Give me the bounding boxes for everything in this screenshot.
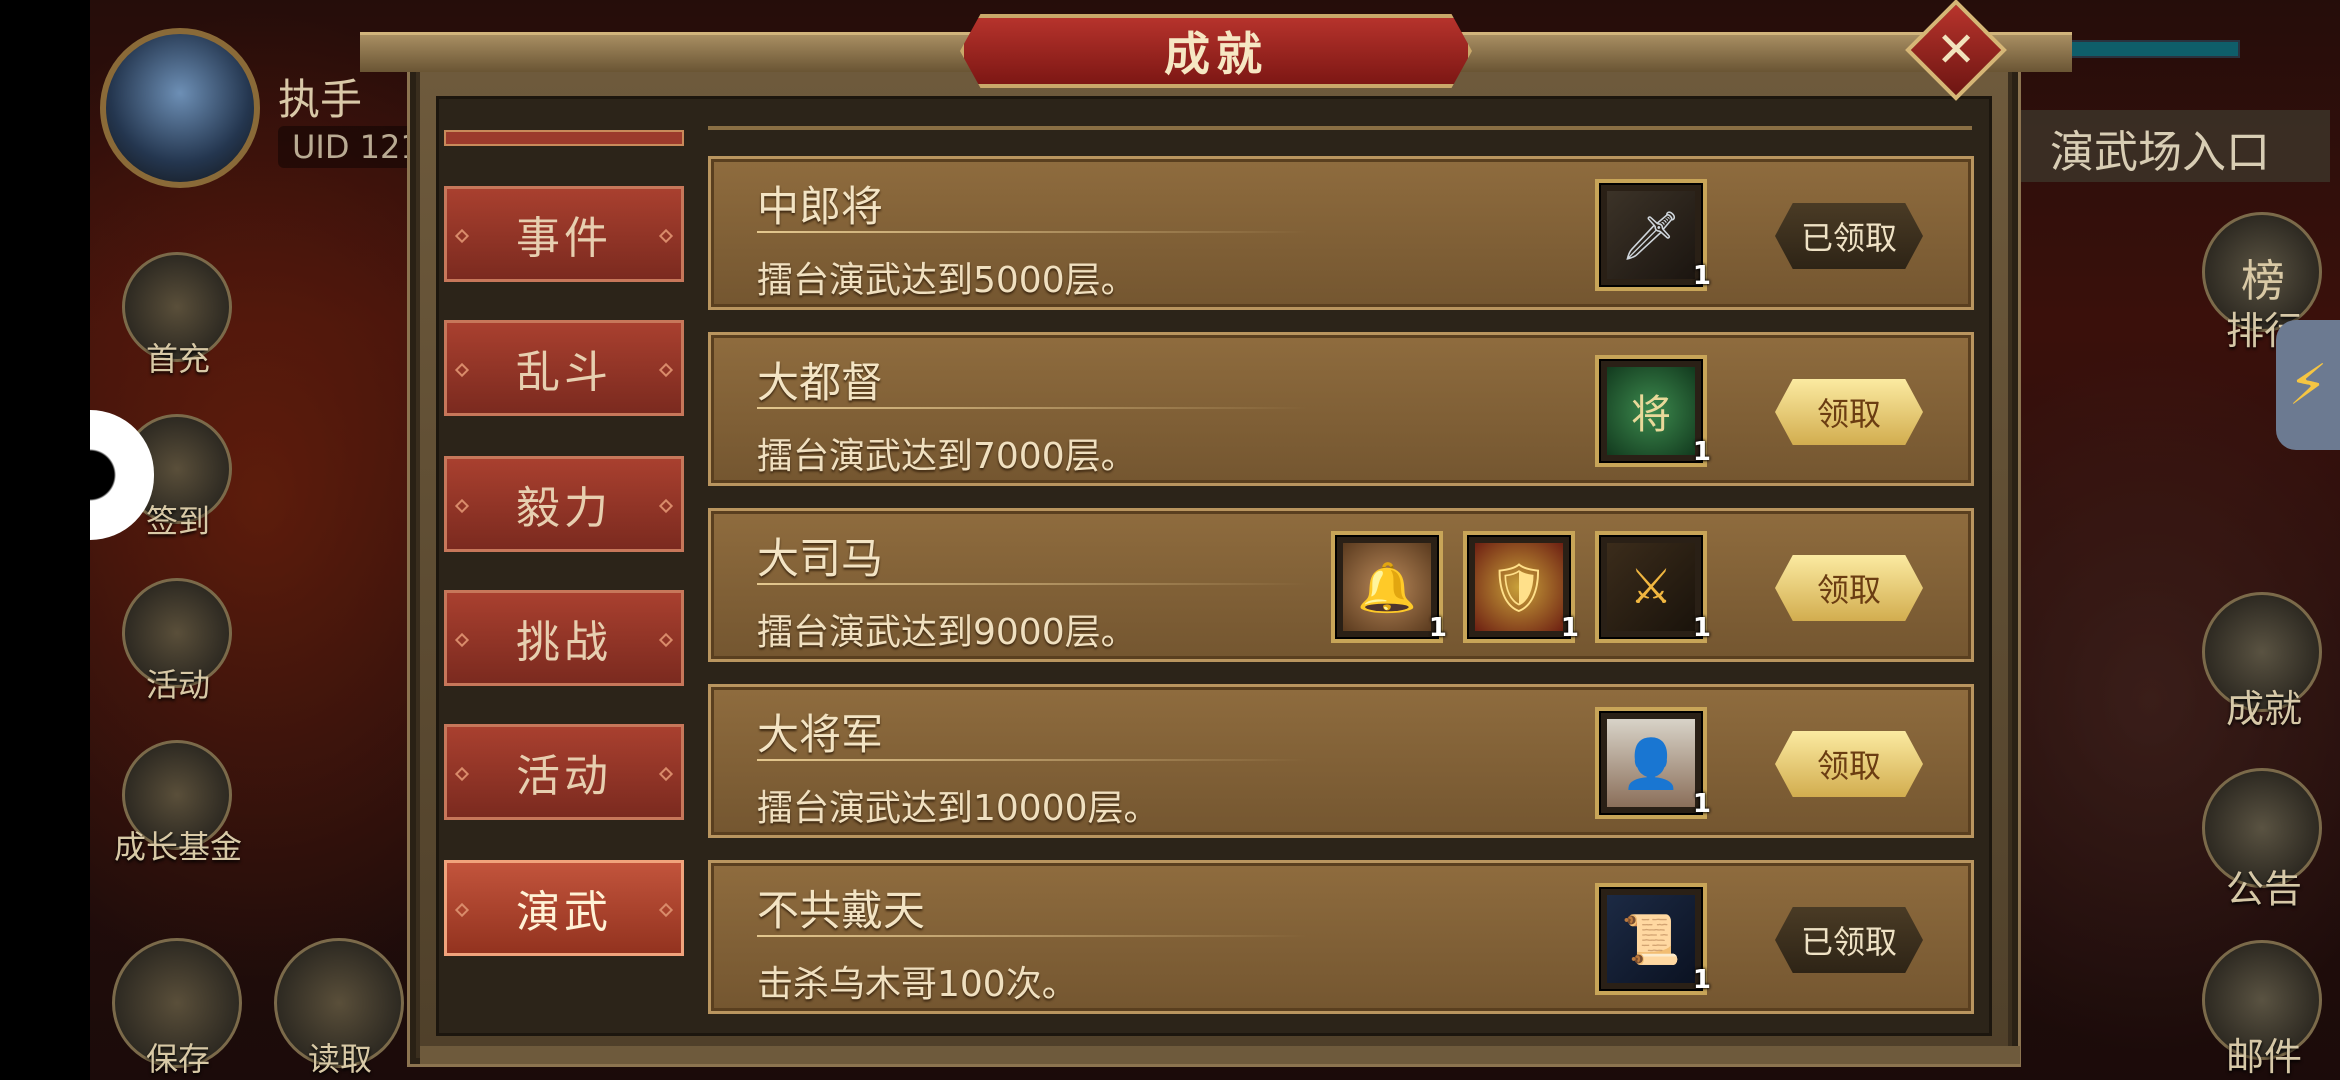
bell-item-icon: 🔔 (1343, 543, 1431, 631)
list-top-divider (708, 126, 1972, 130)
tab-label: 毅力 (516, 483, 612, 534)
mail-label: 邮件 (2226, 1035, 2303, 1079)
armor-item-icon: 🛡 (1475, 543, 1563, 631)
row-divider (757, 935, 1307, 937)
tab-martial-arts[interactable]: 演武 (444, 860, 684, 956)
announcement-label: 公告 (2226, 867, 2303, 911)
achievement-description: 擂台演武达到5000层。 (757, 260, 1137, 301)
player-avatar[interactable] (100, 28, 260, 188)
achievement-row: 不共戴天 击杀乌木哥100次。 📜 1 已领取 (708, 860, 1974, 1014)
reward-item[interactable]: 🔔 1 (1331, 531, 1447, 643)
title-wing-left (360, 32, 980, 72)
claim-button[interactable]: 领取 (1775, 555, 1923, 621)
claimed-button[interactable]: 已领取 (1775, 907, 1923, 973)
tab-ornament-icon (454, 362, 470, 378)
reward-item[interactable]: 📜 1 (1595, 883, 1711, 995)
tab-label: 挑战 (516, 617, 612, 668)
reward-quantity: 1 (1692, 437, 1711, 467)
lightning-icon[interactable]: ⚡ (2276, 320, 2340, 450)
reward-quantity: 1 (1560, 613, 1579, 643)
save-label: 保存 (145, 1040, 210, 1078)
tab-label: 事件 (516, 213, 612, 264)
growth-fund-label: 成长基金 (113, 828, 242, 866)
achievement-description: 擂台演武达到9000层。 (757, 612, 1137, 653)
achievement-title: 大司马 (757, 534, 884, 583)
achievement-title: 大将军 (757, 710, 884, 759)
hero-portrait-item-icon: 👤 (1607, 719, 1695, 807)
tab-perseverance[interactable]: 毅力 (444, 456, 684, 552)
tab-ornament-icon (658, 498, 674, 514)
row-divider (757, 759, 1307, 761)
tab-ornament-icon (454, 498, 470, 514)
achievement-title: 大都督 (757, 358, 884, 407)
tab-scroll-edge (444, 130, 684, 146)
reward-item[interactable]: 👤 1 (1595, 707, 1711, 819)
achievement-title: 不共戴天 (757, 886, 926, 935)
tab-ornament-icon (658, 362, 674, 378)
tab-ornament-icon (454, 902, 470, 918)
blue-scroll-item-icon: 📜 (1607, 895, 1695, 983)
first-recharge-label: 首充 (145, 340, 210, 378)
claimed-button[interactable]: 已领取 (1775, 203, 1923, 269)
reward-quantity: 1 (1428, 613, 1447, 643)
tab-ornament-icon (454, 228, 470, 244)
claim-button[interactable]: 领取 (1775, 731, 1923, 797)
reward-item[interactable]: 🛡 1 (1463, 531, 1579, 643)
row-divider (757, 583, 1307, 585)
golden-blade-item-icon: ⚔ (1607, 543, 1695, 631)
achievement-description: 擂台演武达到7000层。 (757, 436, 1137, 477)
tab-ornament-icon (454, 766, 470, 782)
achievement-row: 大将军 擂台演武达到10000层。 👤 1 领取 (708, 684, 1974, 838)
tab-label: 乱斗 (516, 347, 612, 398)
achievement-row: 中郎将 擂台演武达到5000层。 🗡 1 已领取 (708, 156, 1974, 310)
achievement-description: 击杀乌木哥100次。 (757, 964, 1078, 1005)
reward-item[interactable]: 🗡 1 (1595, 179, 1711, 291)
activity-label: 活动 (145, 666, 210, 704)
tab-label: 演武 (516, 887, 612, 938)
tab-label: 活动 (516, 751, 612, 802)
reward-quantity: 1 (1692, 789, 1711, 819)
achievement-row: 大司马 擂台演武达到9000层。 🔔 1 🛡 1 ⚔ 1 领取 (708, 508, 1974, 662)
player-name: 执手 (278, 75, 363, 124)
tab-ornament-icon (658, 766, 674, 782)
reward-quantity: 1 (1692, 613, 1711, 643)
claim-button[interactable]: 领取 (1775, 379, 1923, 445)
tab-challenge[interactable]: 挑战 (444, 590, 684, 686)
screen-left-edge (0, 0, 90, 1080)
sword-item-icon: 🗡 (1607, 191, 1695, 279)
achievement-title: 中郎将 (757, 182, 884, 231)
tab-events[interactable]: 事件 (444, 186, 684, 282)
load-label: 读取 (307, 1040, 372, 1078)
achievement-label: 成就 (2226, 687, 2303, 731)
dialog-title: 成就 (960, 14, 1472, 88)
reward-item[interactable]: 将 1 (1595, 355, 1711, 467)
close-icon: ✕ (1935, 22, 1977, 78)
reward-quantity: 1 (1692, 261, 1711, 291)
dialog-bottom-edge (420, 1046, 2020, 1064)
tab-brawl[interactable]: 乱斗 (444, 320, 684, 416)
arena-entrance-label[interactable]: 演武场入口 (2020, 110, 2330, 182)
achievement-description: 擂台演武达到10000层。 (757, 788, 1160, 829)
tab-ornament-icon (454, 632, 470, 648)
row-divider (757, 407, 1307, 409)
general-seal-item-icon: 将 (1607, 367, 1695, 455)
reward-item[interactable]: ⚔ 1 (1595, 531, 1711, 643)
tab-ornament-icon (658, 632, 674, 648)
achievement-row: 大都督 擂台演武达到7000层。 将 1 领取 (708, 332, 1974, 486)
tab-activity[interactable]: 活动 (444, 724, 684, 820)
tab-ornament-icon (658, 902, 674, 918)
row-divider (757, 231, 1307, 233)
reward-quantity: 1 (1692, 965, 1711, 995)
tab-ornament-icon (658, 228, 674, 244)
